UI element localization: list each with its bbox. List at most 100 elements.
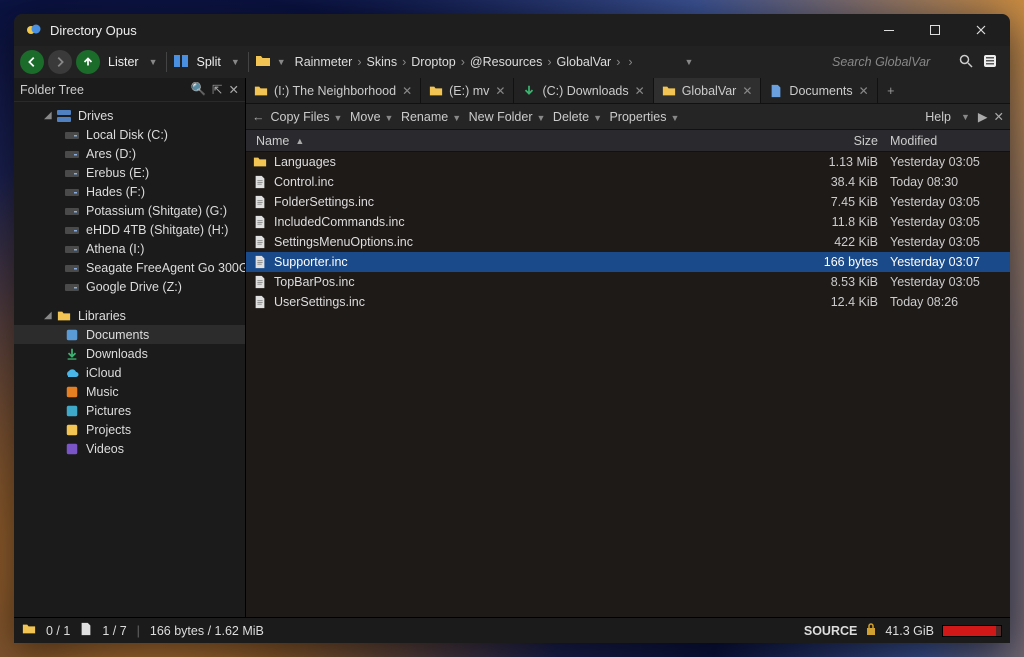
chevron-down-icon: ▼ <box>383 113 396 123</box>
tree-item-label: Videos <box>86 442 124 456</box>
lister-menu[interactable]: Lister <box>104 55 143 69</box>
tree-drive[interactable]: eHDD 4TB (Shitgate) (H:) <box>14 220 245 239</box>
close-icon[interactable]: ✕ <box>402 84 412 98</box>
action-move[interactable]: Move <box>348 110 383 124</box>
tree-group-label: Libraries <box>78 309 126 323</box>
tree-item-label: Local Disk (C:) <box>86 128 168 142</box>
tree-drive[interactable]: Seagate FreeAgent Go 300GB (J:) <box>14 258 245 277</box>
close-button[interactable] <box>958 14 1004 46</box>
collapse-icon[interactable]: ◢ <box>44 310 54 321</box>
tab-label: (E:) mv <box>449 84 489 98</box>
new-tab-button[interactable]: + <box>878 78 904 103</box>
tree-drive[interactable]: Google Drive (Z:) <box>14 277 245 296</box>
folder-icon <box>252 154 268 170</box>
tree-item-icon <box>64 384 80 400</box>
action-properties[interactable]: Properties <box>607 110 668 124</box>
back-small-icon[interactable]: ← <box>252 110 265 124</box>
action-rename[interactable]: Rename <box>399 110 450 124</box>
search-input[interactable]: Search GlobalVar <box>824 55 954 69</box>
tree-library[interactable]: Projects <box>14 420 245 439</box>
split-icon <box>173 53 189 72</box>
breadcrumb-item[interactable]: @Resources <box>467 55 545 69</box>
file-row[interactable]: Supporter.inc166 bytesYesterday 03:07 <box>246 252 1010 272</box>
tree-library[interactable]: Music <box>14 382 245 401</box>
column-name[interactable]: Name <box>256 134 289 148</box>
column-headers[interactable]: Name▲ Size Modified <box>246 130 1010 152</box>
file-name: Control.inc <box>274 175 818 189</box>
play-icon[interactable]: ▶ <box>978 109 988 124</box>
file-row[interactable]: SettingsMenuOptions.inc422 KiBYesterday … <box>246 232 1010 252</box>
file-row[interactable]: TopBarPos.inc8.53 KiBYesterday 03:05 <box>246 272 1010 292</box>
chevron-down-icon[interactable]: ▼ <box>683 57 696 67</box>
breadcrumb-item[interactable]: Skins <box>364 55 401 69</box>
tab[interactable]: (C:) Downloads✕ <box>514 78 653 103</box>
status-bar: 0 / 1 1 / 7 | 166 bytes / 1.62 MiB SOURC… <box>14 617 1010 643</box>
forward-button[interactable] <box>48 50 72 74</box>
tree-group-drives[interactable]: ◢Drives <box>14 106 245 125</box>
breadcrumb-item[interactable]: Droptop <box>408 55 458 69</box>
file-row[interactable]: Control.inc38.4 KiBToday 08:30 <box>246 172 1010 192</box>
tree-library[interactable]: Pictures <box>14 401 245 420</box>
tree-drive[interactable]: Athena (I:) <box>14 239 245 258</box>
maximize-button[interactable] <box>912 14 958 46</box>
tab[interactable]: (E:) mv ✕ <box>421 78 514 103</box>
split-menu[interactable]: Split <box>193 55 225 69</box>
file-row[interactable]: IncludedCommands.inc11.8 KiBYesterday 03… <box>246 212 1010 232</box>
close-icon[interactable]: ✕ <box>742 84 752 98</box>
tree-library[interactable]: Videos <box>14 439 245 458</box>
search-icon[interactable]: 🔍 <box>190 82 206 97</box>
tree-item-label: Erebus (E:) <box>86 166 149 180</box>
folder-icon[interactable] <box>255 53 271 72</box>
close-icon[interactable]: ✕ <box>495 84 505 98</box>
tree-library[interactable]: iCloud <box>14 363 245 382</box>
search-icon[interactable] <box>958 53 974 72</box>
file-list[interactable]: Languages1.13 MiBYesterday 03:05Control.… <box>246 152 1010 617</box>
tab[interactable]: GlobalVar✕ <box>654 78 762 103</box>
tree-drive[interactable]: Local Disk (C:) <box>14 125 245 144</box>
details-icon[interactable] <box>982 53 998 72</box>
chevron-down-icon: ▼ <box>332 113 345 123</box>
close-icon[interactable]: ✕ <box>859 84 869 98</box>
lock-icon[interactable] <box>865 622 877 639</box>
action-delete[interactable]: Delete <box>551 110 591 124</box>
minimize-button[interactable] <box>866 14 912 46</box>
close-icon[interactable]: ✕ <box>994 109 1004 124</box>
tree-drive[interactable]: Ares (D:) <box>14 144 245 163</box>
close-icon[interactable]: ✕ <box>229 82 239 97</box>
tree-item-icon <box>64 127 80 143</box>
tab-label: (I:) The Neighborhood <box>274 84 396 98</box>
breadcrumb-item[interactable]: GlobalVar <box>554 55 615 69</box>
file-size: 422 KiB <box>818 235 890 249</box>
help-menu[interactable]: Help <box>923 110 953 124</box>
action-new-folder[interactable]: New Folder <box>467 110 535 124</box>
tree-drive[interactable]: Hades (F:) <box>14 182 245 201</box>
file-name: IncludedCommands.inc <box>274 215 818 229</box>
breadcrumb-item[interactable]: Rainmeter <box>292 55 356 69</box>
close-icon[interactable]: ✕ <box>635 84 645 98</box>
pin-icon[interactable]: ⇱ <box>212 82 222 97</box>
tab[interactable]: (I:) The Neighborhood ✕ <box>246 78 421 103</box>
file-row[interactable]: UserSettings.inc12.4 KiBToday 08:26 <box>246 292 1010 312</box>
file-modified: Today 08:30 <box>890 175 1010 189</box>
tree-group-libraries[interactable]: ◢ Libraries <box>14 306 245 325</box>
tree-drive[interactable]: Erebus (E:) <box>14 163 245 182</box>
tree-item-label: Downloads <box>86 347 148 361</box>
tree-item-label: Documents <box>86 328 149 342</box>
collapse-icon[interactable]: ◢ <box>44 110 54 121</box>
tree-library[interactable]: Documents <box>14 325 245 344</box>
folder-row[interactable]: Languages1.13 MiBYesterday 03:05 <box>246 152 1010 172</box>
column-size[interactable]: Size <box>818 134 890 148</box>
tree-library[interactable]: Downloads <box>14 344 245 363</box>
folder-tree[interactable]: ◢Drives Local Disk (C:) Ares (D:) Erebus (E… <box>14 102 245 462</box>
up-button[interactable] <box>76 50 100 74</box>
back-button[interactable] <box>20 50 44 74</box>
column-modified[interactable]: Modified <box>890 134 1010 148</box>
file-size: 38.4 KiB <box>818 175 890 189</box>
file-icon <box>252 274 268 290</box>
tab[interactable]: Documents✕ <box>761 78 877 103</box>
tree-drive[interactable]: Potassium (Shitgate) (G:) <box>14 201 245 220</box>
file-row[interactable]: FolderSettings.inc7.45 KiBYesterday 03:0… <box>246 192 1010 212</box>
chevron-down-icon: ▼ <box>591 113 604 123</box>
action-copy-files[interactable]: Copy Files <box>269 110 332 124</box>
tree-item-icon <box>64 403 80 419</box>
